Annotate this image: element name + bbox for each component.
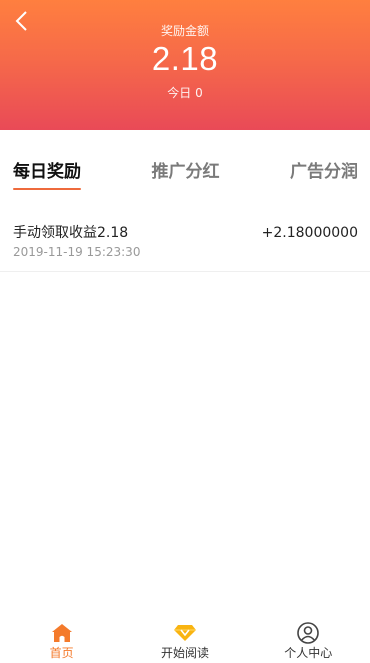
- home-icon: [50, 621, 74, 645]
- tab-label: 广告分润: [290, 162, 358, 182]
- tab-label: 每日奖励: [13, 162, 81, 182]
- tab-label: 推广分红: [151, 162, 220, 182]
- bottom-navigation: 首页 开始阅读 个人中心: [0, 617, 370, 663]
- record-amount: +2.18000000: [261, 225, 358, 241]
- nav-label: 首页: [49, 646, 74, 660]
- list-item: 手动领取收益2.18 2019-11-19 15:23:30 +2.180000…: [0, 212, 370, 272]
- reward-tabs: 每日奖励 推广分红 广告分润: [0, 130, 370, 192]
- reward-amount-label: 奖励金额: [160, 24, 209, 38]
- reward-page: 奖励金额 2.18 今日 0 每日奖励 推广分红 广告分润 手动领取收益2.18…: [0, 0, 370, 663]
- nav-label: 个人中心: [284, 646, 333, 660]
- today-amount: 今日 0: [167, 86, 203, 100]
- tab-daily-reward[interactable]: 每日奖励: [13, 130, 81, 192]
- nav-label: 开始阅读: [160, 646, 209, 660]
- nav-item-home[interactable]: 首页: [0, 617, 123, 663]
- active-tab-indicator: [13, 188, 81, 190]
- tab-ad-revenue-share[interactable]: 广告分润: [290, 130, 358, 192]
- record-time: 2019-11-19 15:23:30: [13, 245, 141, 259]
- reward-record-list: 手动领取收益2.18 2019-11-19 15:23:30 +2.180000…: [0, 212, 370, 272]
- reward-header: 奖励金额 2.18 今日 0: [0, 0, 370, 130]
- diamond-icon: [173, 621, 197, 645]
- tab-promotion-dividend[interactable]: 推广分红: [152, 130, 220, 192]
- user-icon: [296, 621, 320, 645]
- nav-item-start-reading[interactable]: 开始阅读: [123, 617, 246, 663]
- nav-item-personal-center[interactable]: 个人中心: [247, 617, 370, 663]
- reward-amount-value: 2.18: [151, 40, 219, 77]
